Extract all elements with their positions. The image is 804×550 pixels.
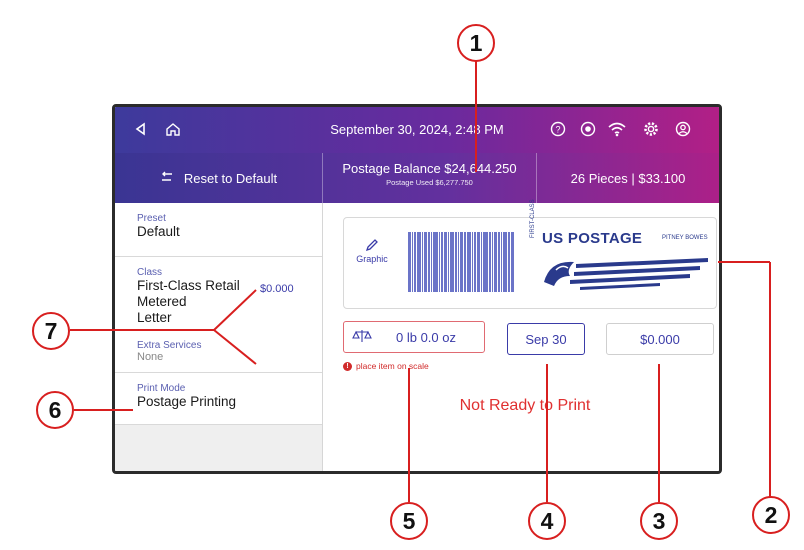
callout-leader-lines — [70, 60, 771, 502]
callout-5: 5 — [390, 502, 428, 540]
callout-2: 2 — [752, 496, 790, 534]
callout-1: 1 — [457, 24, 495, 62]
callout-4: 4 — [528, 502, 566, 540]
callout-7: 7 — [32, 312, 70, 350]
callout-3: 3 — [640, 502, 678, 540]
callout-6: 6 — [36, 391, 74, 429]
